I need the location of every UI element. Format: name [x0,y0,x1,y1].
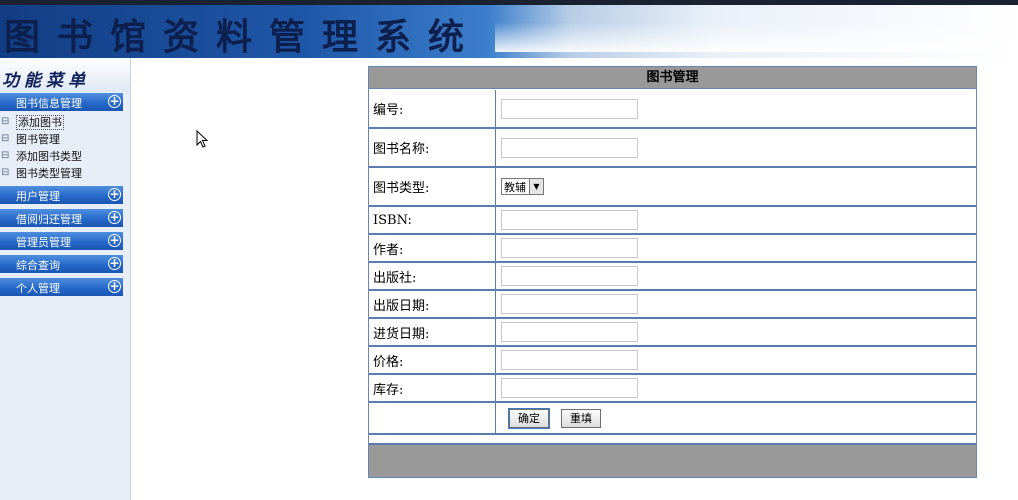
menu-group-personal[interactable]: 个人管理 + [0,278,123,296]
banner-gloss [495,22,1018,52]
submenu-item-add-book-type[interactable]: ⊟ 添加图书类型 [0,148,130,165]
expand-plus-icon[interactable]: + [108,280,121,293]
menu-group-label: 管理员管理 [16,236,71,249]
publisher-input[interactable] [501,266,638,286]
field-label: 编号: [369,90,496,127]
book-info-submenu: ⊟ 添加图书 ⊟ 图书管理 ⊟ 添加图书类型 ⊟ 图书类型管理 [0,114,130,182]
field-label: 出版社: [369,263,496,289]
menu-group-label: 综合查询 [16,259,60,272]
field-label: 图书名称: [369,129,496,166]
field-label: 图书类型: [369,168,496,205]
empty-label-cell [369,403,496,433]
form-row-name: 图书名称: [369,129,976,168]
menu-group-label: 个人管理 [16,282,60,295]
expand-plus-icon[interactable]: + [108,188,121,201]
menu-group-query[interactable]: 综合查询 + [0,255,123,273]
menu-group-label: 图书信息管理 [16,97,82,110]
field-label: 库存: [369,375,496,401]
form-row-id: 编号: [369,90,976,129]
form-row-actions: 确定 重填 [369,403,976,435]
window-top-bar [0,0,1018,5]
form-row-publish-date: 出版日期: [369,291,976,319]
expand-plus-icon[interactable]: + [108,234,121,247]
confirm-button[interactable]: 确定 [508,407,550,429]
menu-group-admins[interactable]: 管理员管理 + [0,232,123,250]
form-title: 图书管理 [369,67,976,89]
menu-group-label: 用户管理 [16,190,60,203]
form-footer-bar [369,443,976,477]
expand-plus-icon[interactable]: + [108,257,121,270]
book-type-select[interactable]: 教辅 ▼ [501,178,544,195]
menu-group-borrow-return[interactable]: 借阅归还管理 + [0,209,123,227]
author-input[interactable] [501,238,638,258]
sidebar: 功能菜单 图书信息管理 + ⊟ 添加图书 ⊟ 图书管理 ⊟ 添加图书类型 ⊟ 图书类型管… [0,58,131,500]
submenu-item-add-book[interactable]: ⊟ 添加图书 [0,114,130,131]
form-row-isbn: ISBN: [369,207,976,235]
menu-group-label: 借阅归还管理 [16,213,82,226]
menu-title: 功能菜单 [0,58,130,92]
form-row-purchase-date: 进货日期: [369,319,976,347]
submenu-item-book-manage[interactable]: ⊟ 图书管理 [0,131,130,148]
dash-icon: ⊟ [1,167,10,178]
publish-date-input[interactable] [501,294,638,314]
field-label: 进货日期: [369,319,496,345]
field-label: ISBN: [369,207,496,233]
mouse-cursor-icon [196,130,208,148]
form-row-publisher: 出版社: [369,263,976,291]
dash-icon: ⊟ [1,133,10,144]
field-label: 价格: [369,347,496,373]
book-type-selected: 教辅 [504,180,526,194]
submenu-item-book-type-manage[interactable]: ⊟ 图书类型管理 [0,165,130,182]
book-form: 图书管理 编号: 图书名称: 图书类型: 教辅 ▼ ISBN: 作者: 出版社:… [368,66,977,478]
isbn-input[interactable] [501,210,638,230]
dash-icon: ⊟ [1,116,10,127]
field-label: 作者: [369,235,496,261]
menu-group-book-info[interactable]: 图书信息管理 + [0,93,123,111]
purchase-date-input[interactable] [501,322,638,342]
form-row-stock: 库存: [369,375,976,403]
app-title: 图书馆资料管理系统 [4,16,482,58]
header-banner: 图书馆资料管理系统 [0,0,1018,58]
form-row-price: 价格: [369,347,976,375]
reset-button[interactable]: 重填 [561,408,601,428]
field-label: 出版日期: [369,291,496,317]
form-row-type: 图书类型: 教辅 ▼ [369,168,976,207]
form-row-author: 作者: [369,235,976,263]
book-name-input[interactable] [501,137,638,158]
dash-icon: ⊟ [1,150,10,161]
price-input[interactable] [501,350,638,370]
book-id-input[interactable] [501,98,638,119]
expand-plus-icon[interactable]: + [108,211,121,224]
expand-plus-icon[interactable]: + [108,95,121,108]
menu-group-users[interactable]: 用户管理 + [0,186,123,204]
dropdown-arrow-icon[interactable]: ▼ [529,179,543,194]
stock-input[interactable] [501,378,638,398]
